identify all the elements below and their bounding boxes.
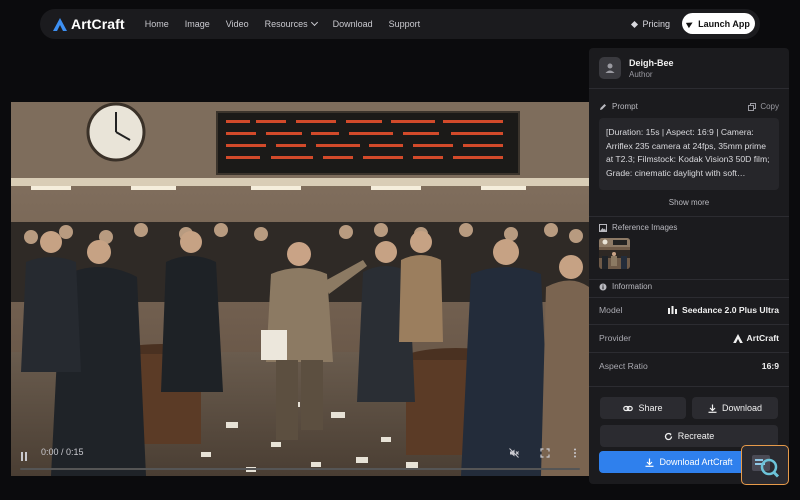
search-assistant-icon xyxy=(752,455,780,478)
reference-section-title: Reference Images xyxy=(599,223,677,232)
recreate-label: Recreate xyxy=(677,431,715,441)
copy-button[interactable]: Copy xyxy=(748,102,779,111)
main-menu: Home Image Video Resources Download Supp… xyxy=(145,18,436,29)
info-key: Provider xyxy=(599,333,631,343)
info-row-model: Model Seedance 2.0 Plus Ultra xyxy=(599,305,779,315)
information-title: Information xyxy=(612,282,653,291)
video-frame[interactable] xyxy=(11,102,589,476)
author-role: Author xyxy=(629,69,653,79)
info-value: ArtCraft xyxy=(746,333,779,343)
video-still-image xyxy=(11,102,589,476)
info-value: 16:9 xyxy=(761,361,779,371)
download-label: Download xyxy=(721,403,763,413)
divider xyxy=(589,297,789,298)
chevron-down-icon xyxy=(310,18,318,27)
video-controls: 0:00 / 0:15 xyxy=(11,436,589,484)
nav-image[interactable]: Image xyxy=(185,19,210,29)
mute-icon[interactable] xyxy=(509,448,519,458)
divider xyxy=(589,88,789,89)
info-row-provider: Provider ArtCraft xyxy=(599,333,779,343)
more-options-icon[interactable] xyxy=(570,448,580,458)
brand-logo[interactable]: ArtCraft xyxy=(53,16,125,32)
divider xyxy=(589,216,789,217)
launch-app-button[interactable]: Launch App xyxy=(682,13,755,34)
info-row-aspect-ratio: Aspect Ratio 16:9 xyxy=(599,361,779,371)
diamond-icon xyxy=(631,20,639,28)
divider xyxy=(589,386,789,387)
divider xyxy=(589,279,789,280)
pricing-label: Pricing xyxy=(642,19,670,29)
avatar xyxy=(599,57,621,79)
video-timecode: 0:00 / 0:15 xyxy=(41,447,84,457)
nav-support[interactable]: Support xyxy=(389,19,421,29)
bars-icon xyxy=(668,306,678,314)
prompt-title: Prompt xyxy=(612,102,638,111)
nav-video[interactable]: Video xyxy=(226,19,249,29)
info-key: Aspect Ratio xyxy=(599,361,648,371)
divider xyxy=(589,352,789,353)
artcraft-logo-icon xyxy=(732,333,743,343)
download-icon xyxy=(708,404,717,413)
launch-app-label: Launch App xyxy=(698,18,750,29)
information-section-title: Information xyxy=(599,282,652,291)
send-icon xyxy=(686,19,695,28)
reference-title: Reference Images xyxy=(612,223,678,232)
info-icon xyxy=(599,283,607,290)
pencil-icon xyxy=(600,103,606,110)
nav-resources[interactable]: Resources xyxy=(264,18,318,29)
refresh-icon xyxy=(664,432,672,440)
download-button[interactable]: Download xyxy=(692,397,778,419)
info-key: Model xyxy=(599,305,623,315)
share-label: Share xyxy=(638,403,663,413)
divider xyxy=(589,324,789,325)
author-name: Deigh-Bee xyxy=(629,57,674,68)
download-artcraft-label: Download ArtCraft xyxy=(659,457,733,467)
floating-assistant-button[interactable] xyxy=(741,445,789,485)
reference-image-thumbnail[interactable] xyxy=(599,238,630,269)
download-icon xyxy=(645,458,654,467)
pricing-link[interactable]: Pricing xyxy=(631,19,670,29)
artcraft-logo-icon xyxy=(53,17,67,31)
brand-name: ArtCraft xyxy=(71,16,125,32)
info-value: Seedance 2.0 Plus Ultra xyxy=(682,305,779,315)
copy-label: Copy xyxy=(760,102,779,111)
nav-resources-label: Resources xyxy=(264,19,308,29)
image-icon xyxy=(599,223,607,232)
link-icon xyxy=(623,405,634,411)
share-button[interactable]: Share xyxy=(600,397,686,419)
nav-home[interactable]: Home xyxy=(145,19,169,29)
top-navbar: ArtCraft Home Image Video Resources Down… xyxy=(40,9,760,39)
nav-download[interactable]: Download xyxy=(333,19,373,29)
recreate-button[interactable]: Recreate xyxy=(600,425,778,447)
prompt-text: [Duration: 15s | Aspect: 16:9 | Camera: … xyxy=(599,118,779,190)
author-block[interactable]: Deigh-Bee Author xyxy=(599,57,674,79)
pause-icon[interactable] xyxy=(21,448,29,461)
prompt-section-title: Prompt xyxy=(599,102,638,111)
details-panel: Deigh-Bee Author Prompt Copy [Duration: … xyxy=(589,48,789,484)
fullscreen-icon[interactable] xyxy=(540,448,550,458)
video-player[interactable]: 0:00 / 0:15 xyxy=(11,48,589,484)
copy-icon xyxy=(748,102,757,111)
show-more-button[interactable]: Show more xyxy=(589,198,789,207)
video-progress-bar[interactable] xyxy=(20,468,580,470)
user-icon xyxy=(605,63,615,73)
